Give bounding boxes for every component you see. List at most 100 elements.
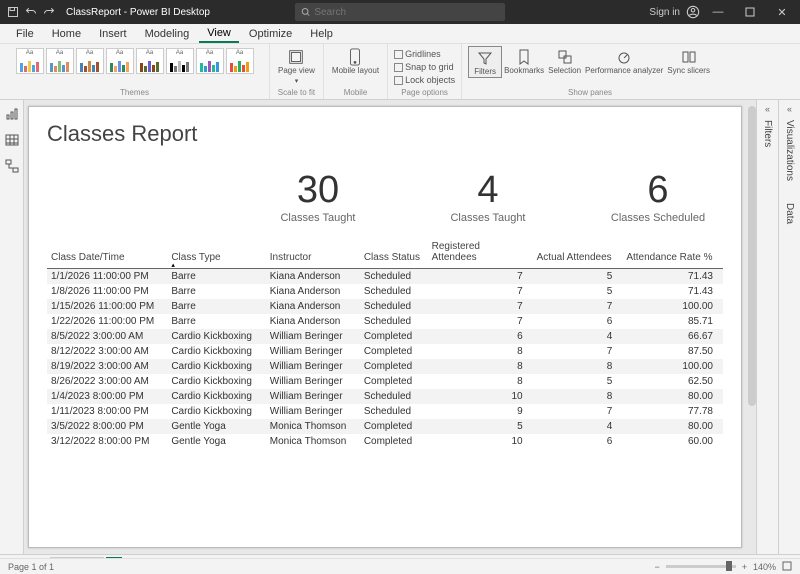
table-cell: William Beringer: [266, 359, 360, 374]
sync-icon: [680, 48, 698, 66]
canvas-scrollbar[interactable]: [748, 106, 756, 406]
bookmarks-pane-button[interactable]: Bookmarks: [502, 46, 546, 78]
filters-pane-label: Filters: [762, 120, 773, 147]
table-row[interactable]: 1/15/2026 11:00:00 PMBarreKiana Anderson…: [47, 299, 723, 314]
table-cell: William Beringer: [266, 404, 360, 419]
snap-checkbox[interactable]: Snap to grid: [394, 61, 455, 73]
theme-thumb[interactable]: Aa: [226, 48, 254, 74]
table-row[interactable]: 3/12/2022 8:00:00 PMGentle YogaMonica Th…: [47, 434, 723, 449]
table-row[interactable]: 1/22/2026 11:00:00 PMBarreKiana Anderson…: [47, 314, 723, 329]
table-row[interactable]: 8/26/2022 3:00:00 AMCardio KickboxingWil…: [47, 374, 723, 389]
minimize-button[interactable]: —: [704, 0, 732, 24]
table-row[interactable]: 1/8/2026 11:00:00 PMBarreKiana AndersonS…: [47, 284, 723, 299]
undo-icon[interactable]: [24, 5, 38, 19]
table-cell: Barre: [167, 314, 265, 329]
table-cell: 7: [428, 299, 533, 314]
table-cell: 7: [428, 314, 533, 329]
menu-optimize[interactable]: Optimize: [241, 26, 300, 42]
sync-slicers-button[interactable]: Sync slicers: [665, 46, 712, 78]
table-row[interactable]: 1/4/2023 8:00:00 PMCardio KickboxingWill…: [47, 389, 723, 404]
class-table[interactable]: Class Date/TimeClass TypeInstructorClass…: [47, 238, 723, 449]
table-cell: 8: [533, 389, 623, 404]
table-cell: Gentle Yoga: [167, 419, 265, 434]
table-cell: Monica Thomson: [266, 434, 360, 449]
table-row[interactable]: 1/11/2023 8:00:00 PMCardio KickboxingWil…: [47, 404, 723, 419]
selection-pane-button[interactable]: Selection: [546, 46, 583, 78]
table-cell: 5: [533, 284, 623, 299]
menu-help[interactable]: Help: [302, 26, 341, 42]
table-cell: 5: [428, 419, 533, 434]
mobile-icon: [346, 48, 364, 66]
zoom-slider[interactable]: [666, 565, 736, 568]
lock-checkbox[interactable]: Lock objects: [394, 74, 455, 86]
signin-label[interactable]: Sign in: [649, 7, 680, 18]
column-header[interactable]: Class Type: [167, 238, 265, 269]
fit-page-icon[interactable]: [782, 561, 792, 573]
table-cell: Cardio Kickboxing: [167, 374, 265, 389]
page-view-button[interactable]: Page view ▾: [276, 46, 317, 85]
menu-insert[interactable]: Insert: [91, 26, 135, 42]
gridlines-checkbox[interactable]: Gridlines: [394, 48, 455, 60]
ribbon: AaAaAaAaAaAaAaAa Themes Page view ▾ Scal…: [0, 44, 800, 100]
table-cell: 60.00: [622, 434, 723, 449]
report-page[interactable]: Classes Report 30Classes Taught4Classes …: [28, 106, 742, 548]
column-header[interactable]: Attendance Rate %: [622, 238, 723, 269]
column-header[interactable]: Registered Attendees: [428, 238, 533, 269]
search-input[interactable]: [314, 7, 499, 18]
report-view-icon[interactable]: [4, 106, 20, 122]
user-icon[interactable]: [686, 5, 700, 19]
window-title: ClassReport - Power BI Desktop: [66, 7, 210, 18]
data-pane-label: Data: [784, 203, 795, 224]
table-cell: 85.71: [622, 314, 723, 329]
menu-file[interactable]: File: [8, 26, 42, 42]
chevron-left-icon: «: [765, 104, 770, 114]
table-cell: Monica Thomson: [266, 419, 360, 434]
table-view-icon[interactable]: [4, 132, 20, 148]
table-cell: Scheduled: [360, 269, 428, 285]
table-row[interactable]: 8/19/2022 3:00:00 AMCardio KickboxingWil…: [47, 359, 723, 374]
table-cell: 4: [533, 419, 623, 434]
theme-thumb[interactable]: Aa: [76, 48, 104, 74]
column-header[interactable]: Actual Attendees: [533, 238, 623, 269]
column-header[interactable]: Instructor: [266, 238, 360, 269]
menu-bar: File Home Insert Modeling View Optimize …: [0, 24, 800, 44]
menu-home[interactable]: Home: [44, 26, 89, 42]
zoom-in-icon[interactable]: +: [742, 562, 747, 572]
filters-pane-button[interactable]: Filters: [468, 46, 502, 78]
table-cell: 71.43: [622, 269, 723, 285]
theme-thumb[interactable]: Aa: [136, 48, 164, 74]
ribbon-label-themes: Themes: [120, 88, 149, 99]
column-header[interactable]: Class Status: [360, 238, 428, 269]
table-row[interactable]: 8/5/2022 3:00:00 AMCardio KickboxingWill…: [47, 329, 723, 344]
theme-thumb[interactable]: Aa: [166, 48, 194, 74]
theme-thumb[interactable]: Aa: [46, 48, 74, 74]
right-panes: « Filters « Visualizations Data: [756, 100, 800, 554]
table-cell: Completed: [360, 359, 428, 374]
menu-view[interactable]: View: [199, 25, 239, 43]
ribbon-group-panes: Filters Bookmarks Selection Performance …: [462, 44, 718, 99]
table-row[interactable]: 8/12/2022 3:00:00 AMCardio KickboxingWil…: [47, 344, 723, 359]
mobile-layout-button[interactable]: Mobile layout: [330, 46, 381, 76]
page-status: Page 1 of 1: [8, 562, 54, 572]
filters-pane-collapsed[interactable]: « Filters: [756, 100, 778, 554]
table-row[interactable]: 1/1/2026 11:00:00 PMBarreKiana AndersonS…: [47, 269, 723, 285]
ribbon-group-mobile: Mobile layout Mobile: [324, 44, 388, 99]
column-header[interactable]: Class Date/Time: [47, 238, 167, 269]
table-row[interactable]: 3/5/2022 8:00:00 PMGentle YogaMonica Tho…: [47, 419, 723, 434]
table-cell: 77.78: [622, 404, 723, 419]
model-view-icon[interactable]: [4, 158, 20, 174]
redo-icon[interactable]: [42, 5, 56, 19]
zoom-out-icon[interactable]: −: [654, 562, 659, 572]
theme-thumb[interactable]: Aa: [196, 48, 224, 74]
theme-thumb[interactable]: Aa: [106, 48, 134, 74]
visualizations-pane-collapsed[interactable]: « Visualizations Data: [778, 100, 800, 554]
save-icon[interactable]: [6, 5, 20, 19]
table-cell: Cardio Kickboxing: [167, 344, 265, 359]
close-button[interactable]: ✕: [768, 0, 796, 24]
filter-icon: [476, 49, 494, 67]
performance-analyzer-button[interactable]: Performance analyzer: [583, 46, 665, 78]
theme-thumb[interactable]: Aa: [16, 48, 44, 74]
maximize-button[interactable]: [736, 0, 764, 24]
global-search[interactable]: [295, 3, 505, 21]
menu-modeling[interactable]: Modeling: [137, 26, 198, 42]
